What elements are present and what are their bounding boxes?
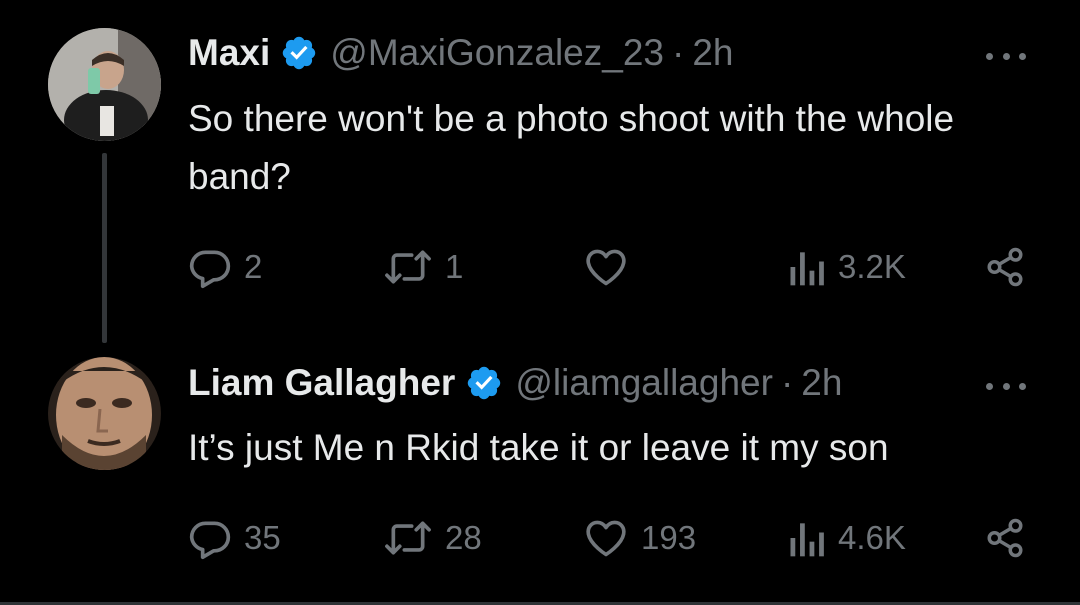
retweet-count: 28	[445, 519, 482, 556]
tweet-1-actions: 2 1 3.2K	[188, 245, 1026, 289]
reply-count: 35	[244, 519, 281, 556]
reply-button[interactable]: 35	[188, 516, 281, 560]
views-icon	[790, 523, 824, 557]
reply-icon	[189, 521, 231, 560]
thread-connector-line	[102, 153, 107, 343]
reply-count: 2	[244, 248, 263, 285]
tweet-2-header: Liam Gallagher @liamgallagher · 2h	[188, 362, 842, 404]
share-icon	[987, 518, 1023, 558]
tweet-time[interactable]: 2h	[801, 362, 842, 404]
like-icon	[586, 249, 626, 286]
reply-button[interactable]: 2	[188, 245, 262, 289]
tweet-2-actions: 35 28 193 4.6K	[188, 516, 1026, 560]
views-button[interactable]: 4.6K	[788, 516, 906, 560]
separator-dot: ·	[672, 32, 685, 73]
retweet-count: 1	[445, 248, 464, 285]
reply-icon	[189, 250, 231, 289]
like-count: 193	[641, 519, 697, 556]
like-button[interactable]	[583, 245, 641, 289]
share-icon	[987, 247, 1023, 287]
tweet-text: It’s just Me n Rkid take it or leave it …	[188, 427, 889, 468]
retweet-button[interactable]: 28	[383, 516, 482, 560]
author-handle[interactable]: @MaxiGonzalez_23	[330, 32, 664, 74]
author-name[interactable]: Maxi	[188, 32, 270, 74]
share-button[interactable]	[984, 245, 1026, 289]
avatar-liam-image	[48, 357, 161, 470]
retweet-button[interactable]: 1	[383, 245, 463, 289]
avatar-maxi-image	[48, 28, 161, 141]
author-name[interactable]: Liam Gallagher	[188, 362, 455, 404]
retweet-icon	[385, 521, 431, 555]
avatar-maxi[interactable]	[48, 28, 161, 141]
like-button[interactable]: 193	[583, 516, 696, 560]
more-options-icon[interactable]	[986, 376, 1026, 396]
avatar-liam[interactable]	[48, 357, 161, 470]
verified-badge-icon	[465, 364, 503, 402]
author-handle[interactable]: @liamgallagher	[515, 362, 773, 404]
separator-dot: ·	[780, 362, 794, 403]
more-options-icon[interactable]	[986, 46, 1026, 66]
share-button[interactable]	[984, 516, 1026, 560]
tweet-1-header: Maxi @MaxiGonzalez_23 · 2h	[188, 32, 733, 74]
like-icon	[586, 520, 626, 557]
views-button[interactable]: 3.2K	[788, 245, 906, 289]
views-icon	[790, 252, 824, 286]
view-count: 4.6K	[838, 519, 906, 556]
view-count: 3.2K	[838, 248, 906, 285]
verified-badge-icon	[280, 34, 318, 72]
tweet-time[interactable]: 2h	[692, 32, 733, 74]
tweet-text: So there won't be a photo shoot with the…	[188, 98, 955, 197]
retweet-icon	[385, 250, 431, 284]
